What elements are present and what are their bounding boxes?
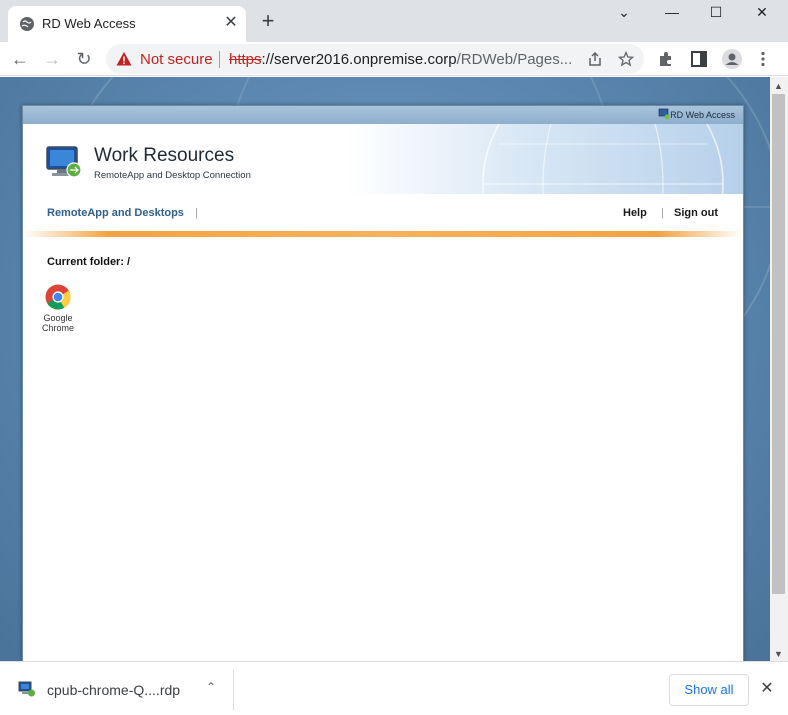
rdweb-nav: RemoteApp and Desktops | Help | Sign out [23, 194, 743, 230]
address-divider [219, 51, 220, 68]
browser-toolbar: ← → ↻ Not secure https://server2016.onpr… [0, 42, 788, 76]
address-bar[interactable]: Not secure https://server2016.onpremise.… [106, 44, 644, 74]
tab-strip: RD Web Access ✕ + ⌄ — ☐ ✕ [0, 0, 788, 42]
nav-signout-link[interactable]: Sign out [674, 207, 718, 219]
extensions-puzzle-icon[interactable] [657, 50, 675, 68]
rdweb-top-bar: RD Web Access [23, 106, 743, 124]
nav-help-link[interactable]: Help [623, 207, 647, 219]
url-host: ://server2016.onpremise.corp [261, 51, 457, 68]
app-label-line2: Chrome [41, 323, 74, 333]
maximize-button[interactable]: ☐ [706, 4, 726, 22]
scroll-down-arrow-icon[interactable]: ▼ [774, 649, 783, 659]
url-path: /RDWeb/Pages... [456, 51, 573, 68]
bookmark-star-icon[interactable] [618, 51, 634, 67]
download-file-name[interactable]: cpub-chrome-Q....rdp [47, 682, 180, 698]
page-viewport: RD Web Access Work Resources RemoteApp a… [0, 77, 770, 661]
scrollbar-thumb[interactable] [772, 94, 785, 594]
rd-web-access-label: RD Web Access [670, 110, 735, 120]
back-button[interactable]: ← [8, 47, 32, 71]
page-subtitle: RemoteApp and Desktop Connection [94, 170, 251, 181]
reload-button[interactable]: ↻ [72, 47, 96, 71]
url-scheme: https [229, 51, 262, 68]
nav-divider: | [195, 207, 198, 219]
rdweb-frame: RD Web Access Work Resources RemoteApp a… [22, 105, 744, 661]
nav-divider: | [661, 207, 664, 219]
new-tab-button[interactable]: + [258, 10, 278, 32]
browser-tab[interactable]: RD Web Access ✕ [8, 6, 246, 42]
chevron-up-icon[interactable]: ⌃ [203, 678, 219, 696]
page-title: Work Resources [94, 145, 235, 166]
tab-title: RD Web Access [42, 16, 136, 31]
current-folder-label: Current folder: / [47, 256, 131, 268]
warning-icon[interactable] [116, 51, 132, 67]
tab-search-icon[interactable]: ⌄ [614, 4, 634, 22]
forward-button[interactable]: → [40, 47, 64, 71]
tab-close-icon[interactable]: ✕ [222, 14, 240, 32]
share-icon[interactable] [587, 51, 603, 67]
minimize-button[interactable]: — [662, 4, 682, 22]
app-tile-google-chrome[interactable]: Google Chrome [35, 282, 81, 338]
shelf-divider [233, 670, 234, 710]
url-text[interactable]: https://server2016.onpremise.corp/RDWeb/… [229, 51, 572, 68]
show-all-button[interactable]: Show all [669, 674, 749, 706]
globe-watermark [482, 124, 724, 194]
profile-avatar-icon[interactable] [721, 48, 743, 70]
app-label-line1: Google [43, 313, 73, 323]
menu-kebab-icon[interactable] [754, 50, 772, 68]
chrome-icon[interactable] [45, 284, 71, 310]
security-status[interactable]: Not secure [140, 51, 213, 68]
orange-divider [23, 231, 743, 237]
remote-desktop-icon [658, 108, 670, 120]
rdp-file-icon[interactable] [18, 680, 36, 698]
window-close-button[interactable]: ✕ [752, 4, 772, 22]
globe-icon [20, 17, 34, 31]
work-resources-monitor-icon [46, 146, 82, 178]
scroll-up-arrow-icon[interactable]: ▲ [774, 81, 783, 91]
rdweb-banner: Work Resources RemoteApp and Desktop Con… [23, 124, 743, 194]
side-panel-icon[interactable] [690, 50, 708, 68]
shelf-close-icon[interactable]: ✕ [758, 680, 776, 698]
nav-remoteapp-desktops[interactable]: RemoteApp and Desktops [47, 207, 184, 219]
download-shelf: cpub-chrome-Q....rdp ⌃ Show all ✕ [0, 661, 788, 715]
page-scrollbar[interactable]: ▲ ▼ [770, 77, 788, 661]
